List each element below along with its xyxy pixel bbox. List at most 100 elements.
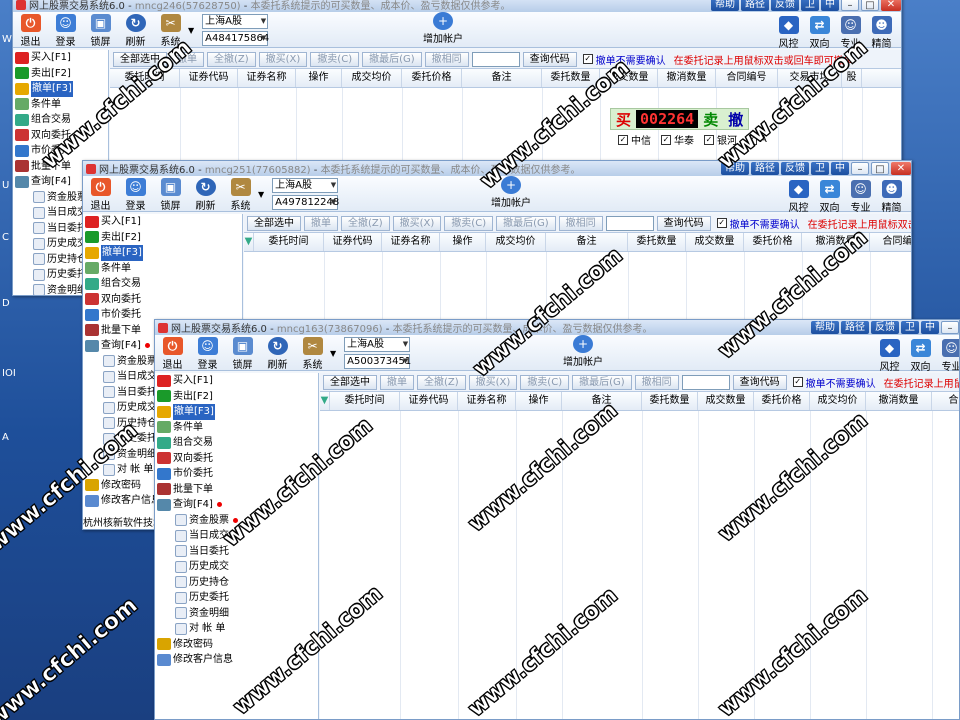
close-button[interactable]: ✕ <box>881 0 901 11</box>
exit-button[interactable]: ⏻ 退出 <box>13 12 48 48</box>
column-header[interactable]: 成交数量 <box>600 69 658 87</box>
sidebar-item-cancel[interactable]: 撤单[F3] <box>83 245 242 261</box>
quote-cancel-button[interactable]: 撤 <box>723 109 748 130</box>
path-button[interactable]: 路径 <box>841 321 869 334</box>
column-header[interactable]: 操作 <box>440 233 486 251</box>
column-header[interactable]: 备注 <box>462 69 542 87</box>
maximize-button[interactable]: □ <box>861 0 879 11</box>
broker-checkbox[interactable]: ✓ <box>661 134 671 145</box>
refresh-button[interactable]: ↻ 刷新 <box>188 176 223 212</box>
desktop-icon[interactable]: A <box>2 432 9 443</box>
column-header[interactable]: 委托数量 <box>642 392 698 410</box>
desktop-icon[interactable]: W <box>2 34 12 45</box>
column-header[interactable]: 成交均价 <box>810 392 866 410</box>
dual-button[interactable]: ⇄ 双向 <box>804 14 835 50</box>
cancel-button[interactable]: 撤单 <box>170 51 204 67</box>
sidebar-item-q6[interactable]: 资金明细 <box>155 606 318 622</box>
account-select[interactable]: A500373451 <box>344 354 411 369</box>
column-header[interactable]: 委托价格 <box>402 69 462 87</box>
feedback-button[interactable]: 反馈 <box>771 0 799 11</box>
sidebar-item-info[interactable]: 修改客户信息 <box>155 652 318 668</box>
help-button[interactable]: 帮助 <box>721 162 749 175</box>
column-header[interactable]: 证券代码 <box>400 392 458 410</box>
column-header[interactable]: 证券代码 <box>324 233 382 251</box>
cancel-same-button[interactable]: 撤相同 <box>424 51 469 67</box>
column-header[interactable]: 撤消数量 <box>658 69 716 87</box>
cancel-button[interactable]: 撤单 <box>304 215 338 231</box>
column-header[interactable]: 成交均价 <box>342 69 402 87</box>
lock-button[interactable]: ▣ 锁屏 <box>225 335 260 371</box>
title-bar[interactable]: 网上股票交易系统6.0 - mncg163(73867096) - 本委托系统提… <box>155 320 959 335</box>
chevron-down-icon[interactable]: ▼ <box>258 190 264 199</box>
broker-checkbox[interactable]: ✓ <box>618 134 628 145</box>
system-button[interactable]: ✂ 系统 <box>295 335 330 371</box>
sidebar-item-dual[interactable]: 双向委托 <box>155 451 318 467</box>
path-button[interactable]: 路径 <box>741 0 769 11</box>
risk-button[interactable]: ◆ 风控 <box>874 337 905 373</box>
system-button[interactable]: ✂ 系统 <box>153 12 188 48</box>
cancel-sell-button[interactable]: 撤卖(C) <box>444 215 494 231</box>
sidebar-item-market-order[interactable]: 市价委托 <box>155 466 318 482</box>
sidebar-item-dual[interactable]: 双向委托 <box>83 292 242 308</box>
lock-button[interactable]: ▣ 锁屏 <box>83 12 118 48</box>
sidebar-item-q4[interactable]: 历史持仓 <box>155 575 318 591</box>
add-account-button[interactable]: + 增加帐户 <box>491 176 531 209</box>
sidebar-item-combo[interactable]: 组合交易 <box>155 435 318 451</box>
column-header[interactable]: 撤消数量 <box>802 233 870 251</box>
title-bar[interactable]: 网上股票交易系统6.0 - mncg246(57628750) - 本委托系统提… <box>13 0 901 12</box>
sort-icon[interactable]: ▼ <box>320 392 330 410</box>
sidebar-item-q5[interactable]: 历史委托 <box>155 590 318 606</box>
minimize-button[interactable]: – <box>851 162 869 175</box>
sidebar-item-sell[interactable]: 卖出[F2] <box>155 389 318 405</box>
column-header[interactable]: 交易市场 <box>778 69 842 87</box>
feedback-button[interactable]: 反馈 <box>871 321 899 334</box>
query-code-button[interactable]: 查询代码 <box>656 215 711 231</box>
query-code-button[interactable]: 查询代码 <box>522 51 577 67</box>
column-header[interactable]: 委托价格 <box>744 233 802 251</box>
dual-button[interactable]: ⇄ 双向 <box>814 178 845 214</box>
column-header[interactable]: 合同编号 <box>932 392 960 410</box>
sidebar-item-q0[interactable]: 资金股票 <box>155 513 318 529</box>
column-header[interactable]: 合同编号 <box>716 69 778 87</box>
market-select[interactable]: 上海A股 <box>202 14 269 29</box>
column-header[interactable]: 证券名称 <box>458 392 516 410</box>
chevron-down-icon[interactable]: ▼ <box>188 26 194 35</box>
lite-button[interactable]: ☻ 精简 <box>876 178 907 214</box>
pro-button[interactable]: ☺ 专业 <box>936 337 959 373</box>
desktop-icon[interactable]: D <box>2 298 10 309</box>
login-button[interactable]: ☺ 登录 <box>118 176 153 212</box>
feedback-button[interactable]: 反馈 <box>781 162 809 175</box>
column-header[interactable]: 证券代码 <box>180 69 238 87</box>
pro-button[interactable]: ☺ 专业 <box>845 178 876 214</box>
add-account-button[interactable]: + 增加帐户 <box>563 335 603 368</box>
system-button[interactable]: ✂ 系统 <box>223 176 258 212</box>
cancel-buy-button[interactable]: 撤买(X) <box>392 215 442 231</box>
login-button[interactable]: ☺ 登录 <box>190 335 225 371</box>
column-header[interactable]: 成交均价 <box>486 233 546 251</box>
dual-button[interactable]: ⇄ 双向 <box>905 337 936 373</box>
cancel-sell-button[interactable]: 撤卖(C) <box>310 51 360 67</box>
column-header[interactable]: 委托时间 <box>330 392 400 410</box>
column-header[interactable]: 撤消数量 <box>866 392 932 410</box>
market-select[interactable]: 上海A股 <box>272 178 339 193</box>
title-bar[interactable]: 网上股票交易系统6.0 - mncg251(77605882) - 本委托系统提… <box>83 161 911 176</box>
column-header[interactable]: 操作 <box>516 392 562 410</box>
pro-button[interactable]: ☺ 专业 <box>835 14 866 50</box>
column-header[interactable]: 委托价格 <box>754 392 810 410</box>
maximize-button[interactable]: □ <box>871 162 889 175</box>
help-button[interactable]: 帮助 <box>811 321 839 334</box>
sidebar-item-market-order[interactable]: 市价委托 <box>13 143 108 159</box>
sidebar-item-q1[interactable]: 当日成交 <box>155 528 318 544</box>
sidebar-item-combo[interactable]: 组合交易 <box>13 112 108 128</box>
lock-button[interactable]: ▣ 锁屏 <box>153 176 188 212</box>
sidebar-item-password[interactable]: 修改密码 <box>155 637 318 653</box>
sidebar-item-cancel[interactable]: 撤单[F3] <box>155 404 318 420</box>
risk-button[interactable]: ◆ 风控 <box>773 14 804 50</box>
cancel-sell-button[interactable]: 撤卖(C) <box>520 374 570 390</box>
cancel-last-button[interactable]: 撤最后(G) <box>496 215 556 231</box>
cancel-all-button[interactable]: 全撤(Z) <box>207 51 256 67</box>
close-button[interactable]: ✕ <box>891 162 911 175</box>
no-confirm-checkbox[interactable]: ✓ <box>792 377 803 387</box>
code-input[interactable] <box>471 51 520 67</box>
sidebar-item-condition[interactable]: 条件单 <box>155 420 318 436</box>
